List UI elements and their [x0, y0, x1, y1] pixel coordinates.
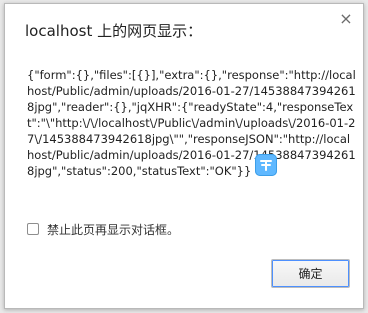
close-icon[interactable]: × — [339, 11, 353, 27]
alert-dialog: localhost 上的网页显示： × {"form":{},"files":[… — [4, 3, 364, 309]
dialog-message: {"form":{},"files":[{}],"extra":{},"resp… — [27, 68, 356, 178]
dialog-title: localhost 上的网页显示： — [25, 22, 203, 40]
suppress-dialogs-label[interactable]: 禁止此页再显示对话框。 — [47, 221, 179, 238]
suppress-dialogs-row[interactable]: 禁止此页再显示对话框。 — [27, 220, 179, 238]
ok-button[interactable]: 确定 — [271, 259, 350, 288]
suppress-dialogs-checkbox[interactable] — [27, 223, 39, 235]
translate-overlay-icon[interactable] — [255, 154, 277, 176]
